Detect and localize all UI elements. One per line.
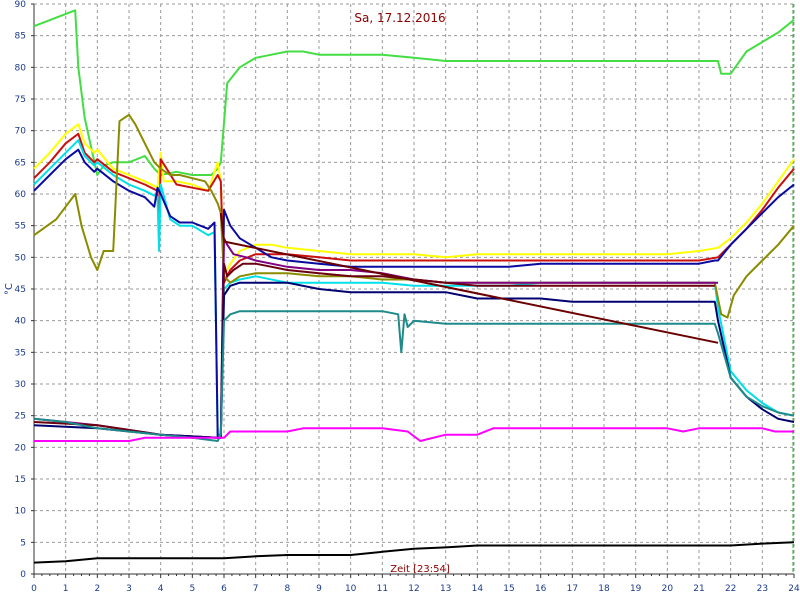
cursor-time-label: Zeit [23:54] bbox=[390, 564, 450, 575]
y-tick-label: 35 bbox=[15, 348, 26, 358]
x-tick-label: 6 bbox=[221, 584, 227, 594]
y-axis-label: °C bbox=[4, 283, 15, 295]
x-tick-label: 8 bbox=[284, 584, 290, 594]
y-tick-label: 70 bbox=[15, 127, 27, 137]
y-tick-label: 20 bbox=[15, 443, 27, 453]
x-tick-label: 0 bbox=[31, 584, 37, 594]
y-tick-label: 10 bbox=[15, 507, 27, 517]
x-tick-label: 10 bbox=[345, 584, 357, 594]
y-tick-label: 15 bbox=[15, 475, 26, 485]
y-tick-label: 80 bbox=[15, 63, 27, 73]
x-tick-label: 20 bbox=[662, 584, 674, 594]
y-tick-label: 40 bbox=[15, 317, 27, 327]
y-tick-label: 45 bbox=[15, 285, 26, 295]
y-tick-label: 50 bbox=[15, 253, 27, 263]
y-tick-label: 0 bbox=[20, 570, 26, 580]
x-tick-label: 11 bbox=[377, 584, 388, 594]
x-tick-label: 7 bbox=[253, 584, 259, 594]
x-tick-label: 19 bbox=[630, 584, 642, 594]
x-tick-label: 24 bbox=[788, 584, 800, 594]
x-tick-label: 4 bbox=[158, 584, 164, 594]
x-tick-label: 18 bbox=[598, 584, 610, 594]
x-tick-label: 17 bbox=[567, 584, 578, 594]
y-tick-label: 5 bbox=[20, 538, 26, 548]
y-tick-label: 65 bbox=[15, 158, 26, 168]
chart-title: Sa, 17.12.2016 bbox=[354, 11, 445, 25]
x-tick-label: 9 bbox=[316, 584, 322, 594]
x-tick-label: 16 bbox=[535, 584, 547, 594]
x-tick-label: 2 bbox=[94, 584, 100, 594]
x-tick-label: 21 bbox=[693, 584, 704, 594]
x-tick-label: 1 bbox=[63, 584, 69, 594]
y-tick-label: 75 bbox=[15, 95, 26, 105]
y-tick-label: 90 bbox=[15, 0, 27, 10]
x-tick-label: 13 bbox=[440, 584, 451, 594]
x-tick-label: 23 bbox=[757, 584, 768, 594]
x-tick-label: 3 bbox=[126, 584, 132, 594]
x-tick-label: 12 bbox=[408, 584, 419, 594]
chart-background bbox=[0, 0, 800, 600]
y-tick-label: 25 bbox=[15, 412, 26, 422]
y-tick-label: 60 bbox=[15, 190, 27, 200]
y-tick-label: 55 bbox=[15, 222, 26, 232]
x-tick-label: 15 bbox=[503, 584, 514, 594]
x-tick-label: 14 bbox=[472, 584, 484, 594]
temperature-chart: 0510152025303540455055606570758085900 1 2 3… bbox=[0, 0, 800, 600]
x-tick-label: 5 bbox=[189, 584, 195, 594]
x-tick-label: 22 bbox=[725, 584, 736, 594]
y-tick-label: 30 bbox=[15, 380, 27, 390]
y-tick-label: 85 bbox=[15, 32, 26, 42]
